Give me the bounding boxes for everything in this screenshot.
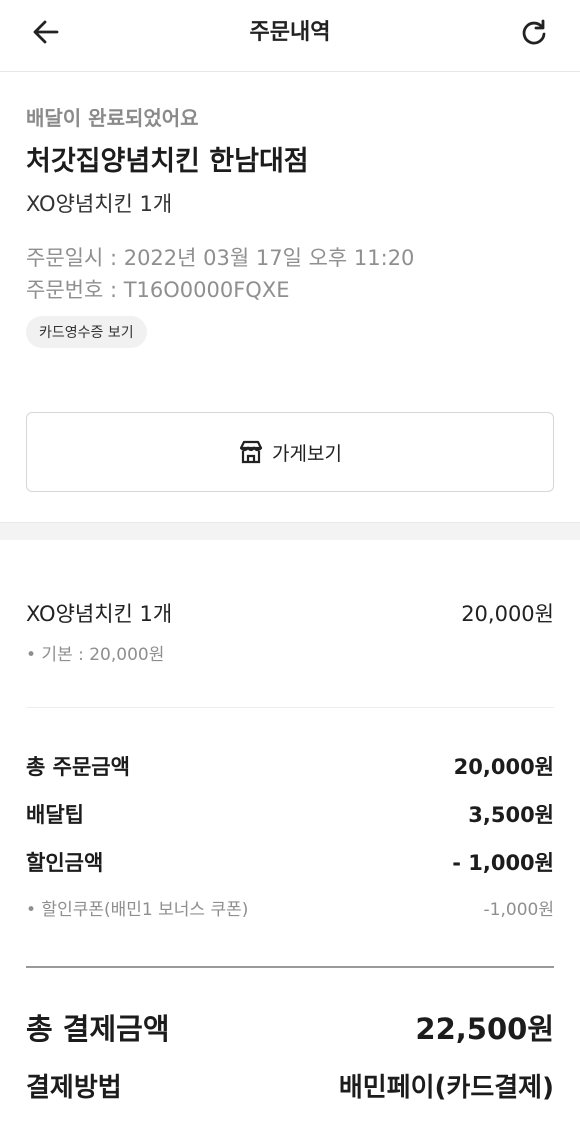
card-receipt-button[interactable]: 카드영수증 보기	[26, 316, 147, 348]
total-order-label: 총 주문금액	[26, 755, 130, 779]
price-summary: 총 주문금액 20,000원 배달팁 3,500원 할인금액 - 1,000원 …	[26, 742, 554, 922]
payment-method-label: 결제방법	[26, 1072, 122, 1103]
order-info-section: 배달이 완료되었어요 처갓집양념치킨 한남대점 XO양념치킨 1개 주문일시 :…	[0, 72, 580, 522]
total-payment-value: 22,500원	[415, 1012, 554, 1046]
delivery-tip-row: 배달팁 3,500원	[26, 790, 554, 838]
total-order-value: 20,000원	[453, 755, 554, 779]
payment-method-row: 결제방법 배민페이(카드결제)	[26, 1056, 554, 1114]
store-icon	[239, 440, 263, 464]
store-name: 처갓집양념치킨 한남대점	[26, 146, 309, 177]
order-meta: 주문일시 : 2022년 03월 17일 오후 11:20 주문번호 : T16…	[26, 242, 554, 306]
coupon-row: • 할인쿠폰(배민1 보너스 쿠폰) -1,000원	[26, 892, 554, 922]
list-item: XO양념치킨 1개 20,000원 • 기본 : 20,000원	[26, 540, 554, 665]
refresh-icon	[522, 19, 546, 45]
page-title: 주문내역	[249, 20, 331, 45]
discount-row: 할인금액 - 1,000원	[26, 838, 554, 886]
payment-summary: 총 결제금액 22,500원 결제방법 배민페이(카드결제)	[26, 998, 554, 1114]
section-divider	[0, 522, 580, 540]
total-payment-row: 총 결제금액 22,500원	[26, 998, 554, 1056]
menu-summary: XO양념치킨 1개	[26, 192, 173, 216]
delivery-tip-value: 3,500원	[468, 803, 554, 827]
item-row: XO양념치킨 1개 20,000원	[26, 540, 554, 628]
item-price: 20,000원	[461, 602, 554, 626]
divider	[26, 707, 554, 708]
coupon-value: -1,000원	[483, 899, 554, 920]
total-payment-label: 총 결제금액	[26, 1012, 170, 1046]
item-name: XO양념치킨 1개	[26, 602, 173, 626]
order-details: XO양념치킨 1개 20,000원 • 기본 : 20,000원 총 주문금액 …	[0, 540, 580, 1114]
discount-label: 할인금액	[26, 851, 104, 875]
view-store-button[interactable]: 가게보기	[26, 412, 554, 492]
top-bar: 주문내역	[0, 0, 580, 72]
discount-value: - 1,000원	[452, 851, 554, 875]
total-order-row: 총 주문금액 20,000원	[26, 742, 554, 790]
total-divider	[26, 966, 554, 968]
coupon-label: • 할인쿠폰(배민1 보너스 쿠폰)	[26, 899, 249, 920]
order-number: 주문번호 : T16O0000FQXE	[26, 278, 290, 302]
refresh-button[interactable]	[514, 12, 554, 52]
payment-method-value: 배민페이(카드결제)	[338, 1072, 554, 1103]
delivery-status: 배달이 완료되었어요	[26, 106, 199, 130]
item-option: • 기본 : 20,000원	[26, 645, 165, 665]
order-datetime: 주문일시 : 2022년 03월 17일 오후 11:20	[26, 246, 415, 270]
view-store-label: 가게보기	[272, 442, 342, 465]
delivery-tip-label: 배달팁	[26, 803, 84, 827]
